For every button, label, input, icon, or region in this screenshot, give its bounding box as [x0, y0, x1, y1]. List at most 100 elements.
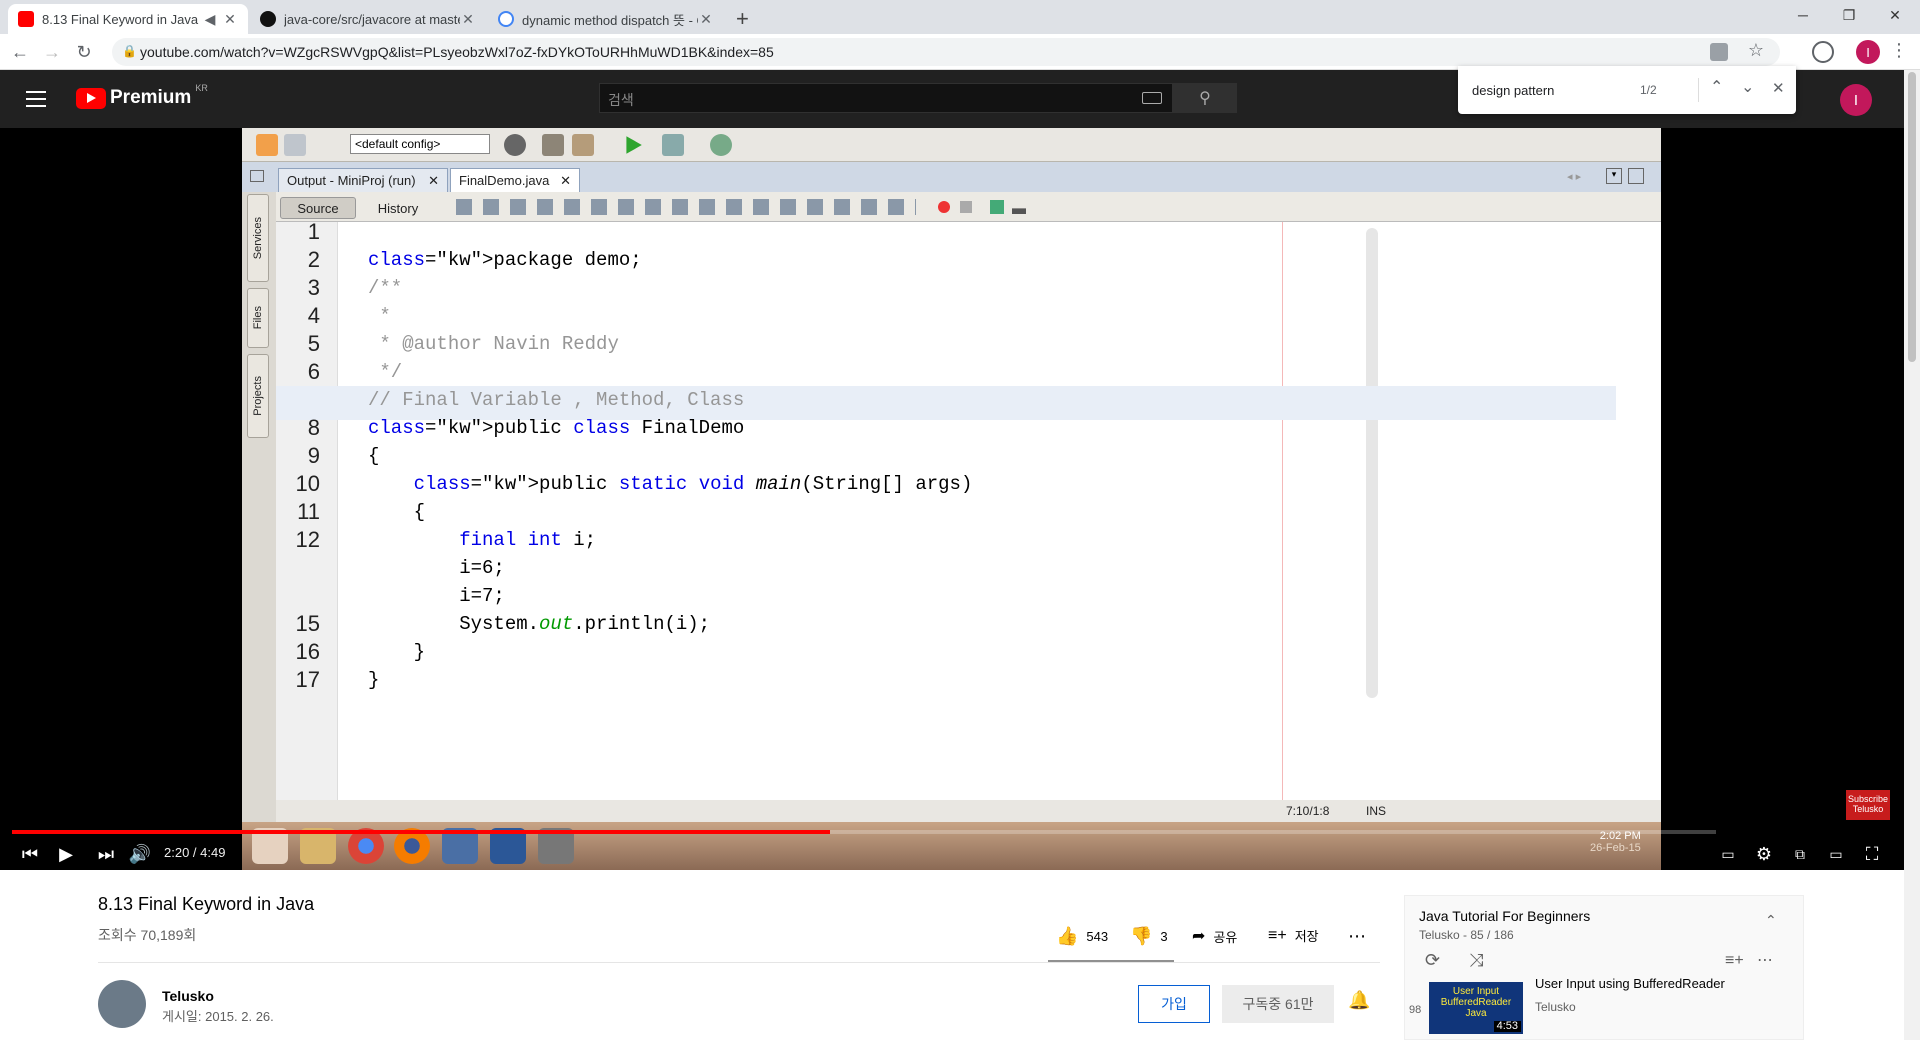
code-text: */ [368, 361, 403, 383]
maximize-icon[interactable]: ❐ [1826, 0, 1872, 30]
next-icon[interactable]: ⏭ [92, 840, 120, 868]
settings-gear-icon[interactable]: ⚙ [1750, 840, 1778, 868]
time-display: 2:20 / 4:49 [164, 845, 226, 860]
search-icon: ⚲ [1199, 90, 1211, 107]
maximize-editor-icon [1628, 168, 1644, 184]
search-button[interactable]: ⚲ [1173, 83, 1237, 113]
add-to-queue-icon[interactable]: ≡+ [1725, 952, 1744, 970]
browser-tab-google[interactable]: dynamic method dispatch 뜻 - G ✕ [488, 4, 724, 34]
line-number: 17 [295, 667, 320, 692]
back-icon[interactable]: ← [8, 40, 32, 64]
subscribe-watermark[interactable]: Subscribe Telusko [1846, 790, 1890, 820]
youtube-avatar[interactable]: I [1840, 84, 1872, 116]
code-text: i=6; [368, 557, 505, 579]
previous-icon[interactable]: ⏮ [16, 840, 44, 868]
code-line: 17} [276, 666, 1616, 700]
keyboard-icon[interactable] [1142, 92, 1162, 104]
shuffle-icon[interactable]: ⤨ [1469, 950, 1483, 971]
close-tab-icon[interactable]: ✕ [460, 11, 476, 28]
ide-toolbar: <default config> [242, 128, 1661, 162]
playlist-item-thumbnail[interactable]: User Input BufferedReader Java 4:53 [1429, 982, 1523, 1034]
loop-icon[interactable]: ⟳ [1425, 950, 1440, 971]
channel-avatar[interactable] [98, 980, 146, 1028]
forward-icon[interactable]: → [40, 40, 64, 64]
theater-mode-icon[interactable]: ▭ [1822, 840, 1850, 868]
install-app-icon[interactable] [1710, 43, 1728, 61]
record-macro-icon [938, 201, 950, 213]
video-info-section: 8.13 Final Keyword in Java 조회수 70,189회 👍… [0, 870, 1904, 1040]
playlist-panel: Java Tutorial For Beginners Telusko - 85… [1404, 895, 1804, 1040]
comment-icon [990, 200, 1004, 214]
files-side-tab: Files [247, 288, 269, 348]
line-number: 12 [295, 527, 320, 552]
scrollbar-thumb[interactable] [1908, 72, 1916, 362]
ide-status-bar: 7:10/1:8 INS [276, 800, 1661, 822]
tab-scroll-icons: ◂ ▸ [1567, 171, 1582, 183]
close-tab-icon[interactable]: ✕ [222, 11, 238, 28]
youtube-premium-logo[interactable]: Premium KR [76, 83, 208, 109]
volume-icon[interactable]: 🔊 [126, 840, 154, 868]
video-progress-bar[interactable] [12, 830, 1716, 834]
more-actions-icon[interactable]: ⋯ [1348, 926, 1366, 947]
tab-list-icon: ▾ [1606, 168, 1622, 184]
bookmark-star-icon[interactable]: ☆ [1748, 40, 1764, 61]
save-button[interactable]: ≡+ 저장 [1268, 926, 1319, 945]
services-side-tab: Services [247, 194, 269, 282]
browser-tab-github[interactable]: java-core/src/javacore at master ✕ [250, 4, 486, 34]
subtitles-icon[interactable]: ▭ [1714, 840, 1742, 868]
code-text: * [368, 305, 391, 327]
undo-icon [256, 134, 278, 156]
find-input[interactable]: design pattern [1472, 83, 1622, 98]
code-text: /** [368, 277, 403, 299]
find-close-icon[interactable]: ✕ [1772, 79, 1785, 97]
url-omnibox[interactable]: 🔒 youtube.com/watch?v=WZgcRSWVgpQ&list=P… [112, 38, 1780, 66]
channel-name[interactable]: Telusko [162, 988, 214, 1004]
history-tab: History [377, 200, 419, 216]
duration-badge: 4:53 [1493, 1021, 1521, 1032]
fullscreen-icon[interactable]: ⛶ [1858, 840, 1886, 868]
code-text: } [368, 669, 380, 691]
line-number: 1 [307, 222, 320, 244]
reload-icon[interactable]: ↻ [72, 40, 96, 64]
browser-tab-youtube[interactable]: 8.13 Final Keyword in Java ◀ ✕ [8, 4, 248, 34]
share-button[interactable]: ➦ 공유 [1192, 926, 1237, 946]
join-button[interactable]: 가입 [1138, 985, 1210, 1023]
code-text: class="kw">public static void main(Strin… [413, 473, 973, 495]
divider [98, 962, 1380, 963]
find-next-icon[interactable]: ⌄ [1741, 77, 1754, 97]
dislike-button[interactable]: 👎 3 [1130, 926, 1168, 947]
youtube-search-input[interactable]: 검색 [599, 83, 1173, 113]
divider [1698, 78, 1699, 102]
find-previous-icon[interactable]: ⌃ [1710, 77, 1723, 97]
profile-avatar[interactable]: I [1856, 40, 1880, 64]
hamburger-menu-icon[interactable] [26, 91, 46, 107]
playlist-more-icon[interactable]: ⋯ [1757, 950, 1773, 970]
page-scrollbar[interactable] [1904, 70, 1920, 1040]
find-in-page-bar: design pattern 1/2 ⌃ ⌄ ✕ [1458, 66, 1796, 114]
new-tab-button[interactable]: + [736, 6, 749, 32]
editor-tool-icons [456, 199, 916, 215]
youtube-play-logo-icon [76, 87, 106, 109]
config-dropdown: <default config> [350, 134, 490, 154]
tab-title: java-core/src/javacore at master [284, 11, 460, 27]
run-icon [626, 136, 642, 154]
extension-icon[interactable] [1812, 41, 1834, 63]
code-text: System.out.println(i); [368, 613, 711, 635]
speaker-icon[interactable]: ◀ [202, 11, 218, 28]
close-tab-icon[interactable]: ✕ [698, 11, 714, 28]
miniplayer-icon[interactable]: ⧉ [1786, 840, 1814, 868]
chrome-menu-icon[interactable]: ⋮ [1890, 40, 1908, 61]
playlist-title[interactable]: Java Tutorial For Beginners [1419, 908, 1590, 924]
code-text: class="kw">public class FinalDemo [368, 417, 745, 439]
code-text: // Final Variable , Method, Class [368, 389, 745, 411]
like-button[interactable]: 👍 543 [1056, 926, 1108, 947]
subscribed-button[interactable]: 구독중 61만 [1222, 985, 1334, 1023]
play-icon[interactable]: ▶ [52, 840, 80, 868]
playlist-item-title[interactable]: User Input using BufferedReader [1535, 976, 1725, 991]
video-frame[interactable]: <default config> Output - MiniProj (run)… [242, 128, 1661, 870]
notification-bell-icon[interactable]: 🔔 [1348, 990, 1370, 1011]
collapse-playlist-icon[interactable]: ⌃ [1765, 912, 1777, 929]
minimize-icon[interactable]: ─ [1780, 0, 1826, 30]
close-window-icon[interactable]: ✕ [1872, 0, 1918, 30]
line-number: 2 [307, 247, 320, 272]
